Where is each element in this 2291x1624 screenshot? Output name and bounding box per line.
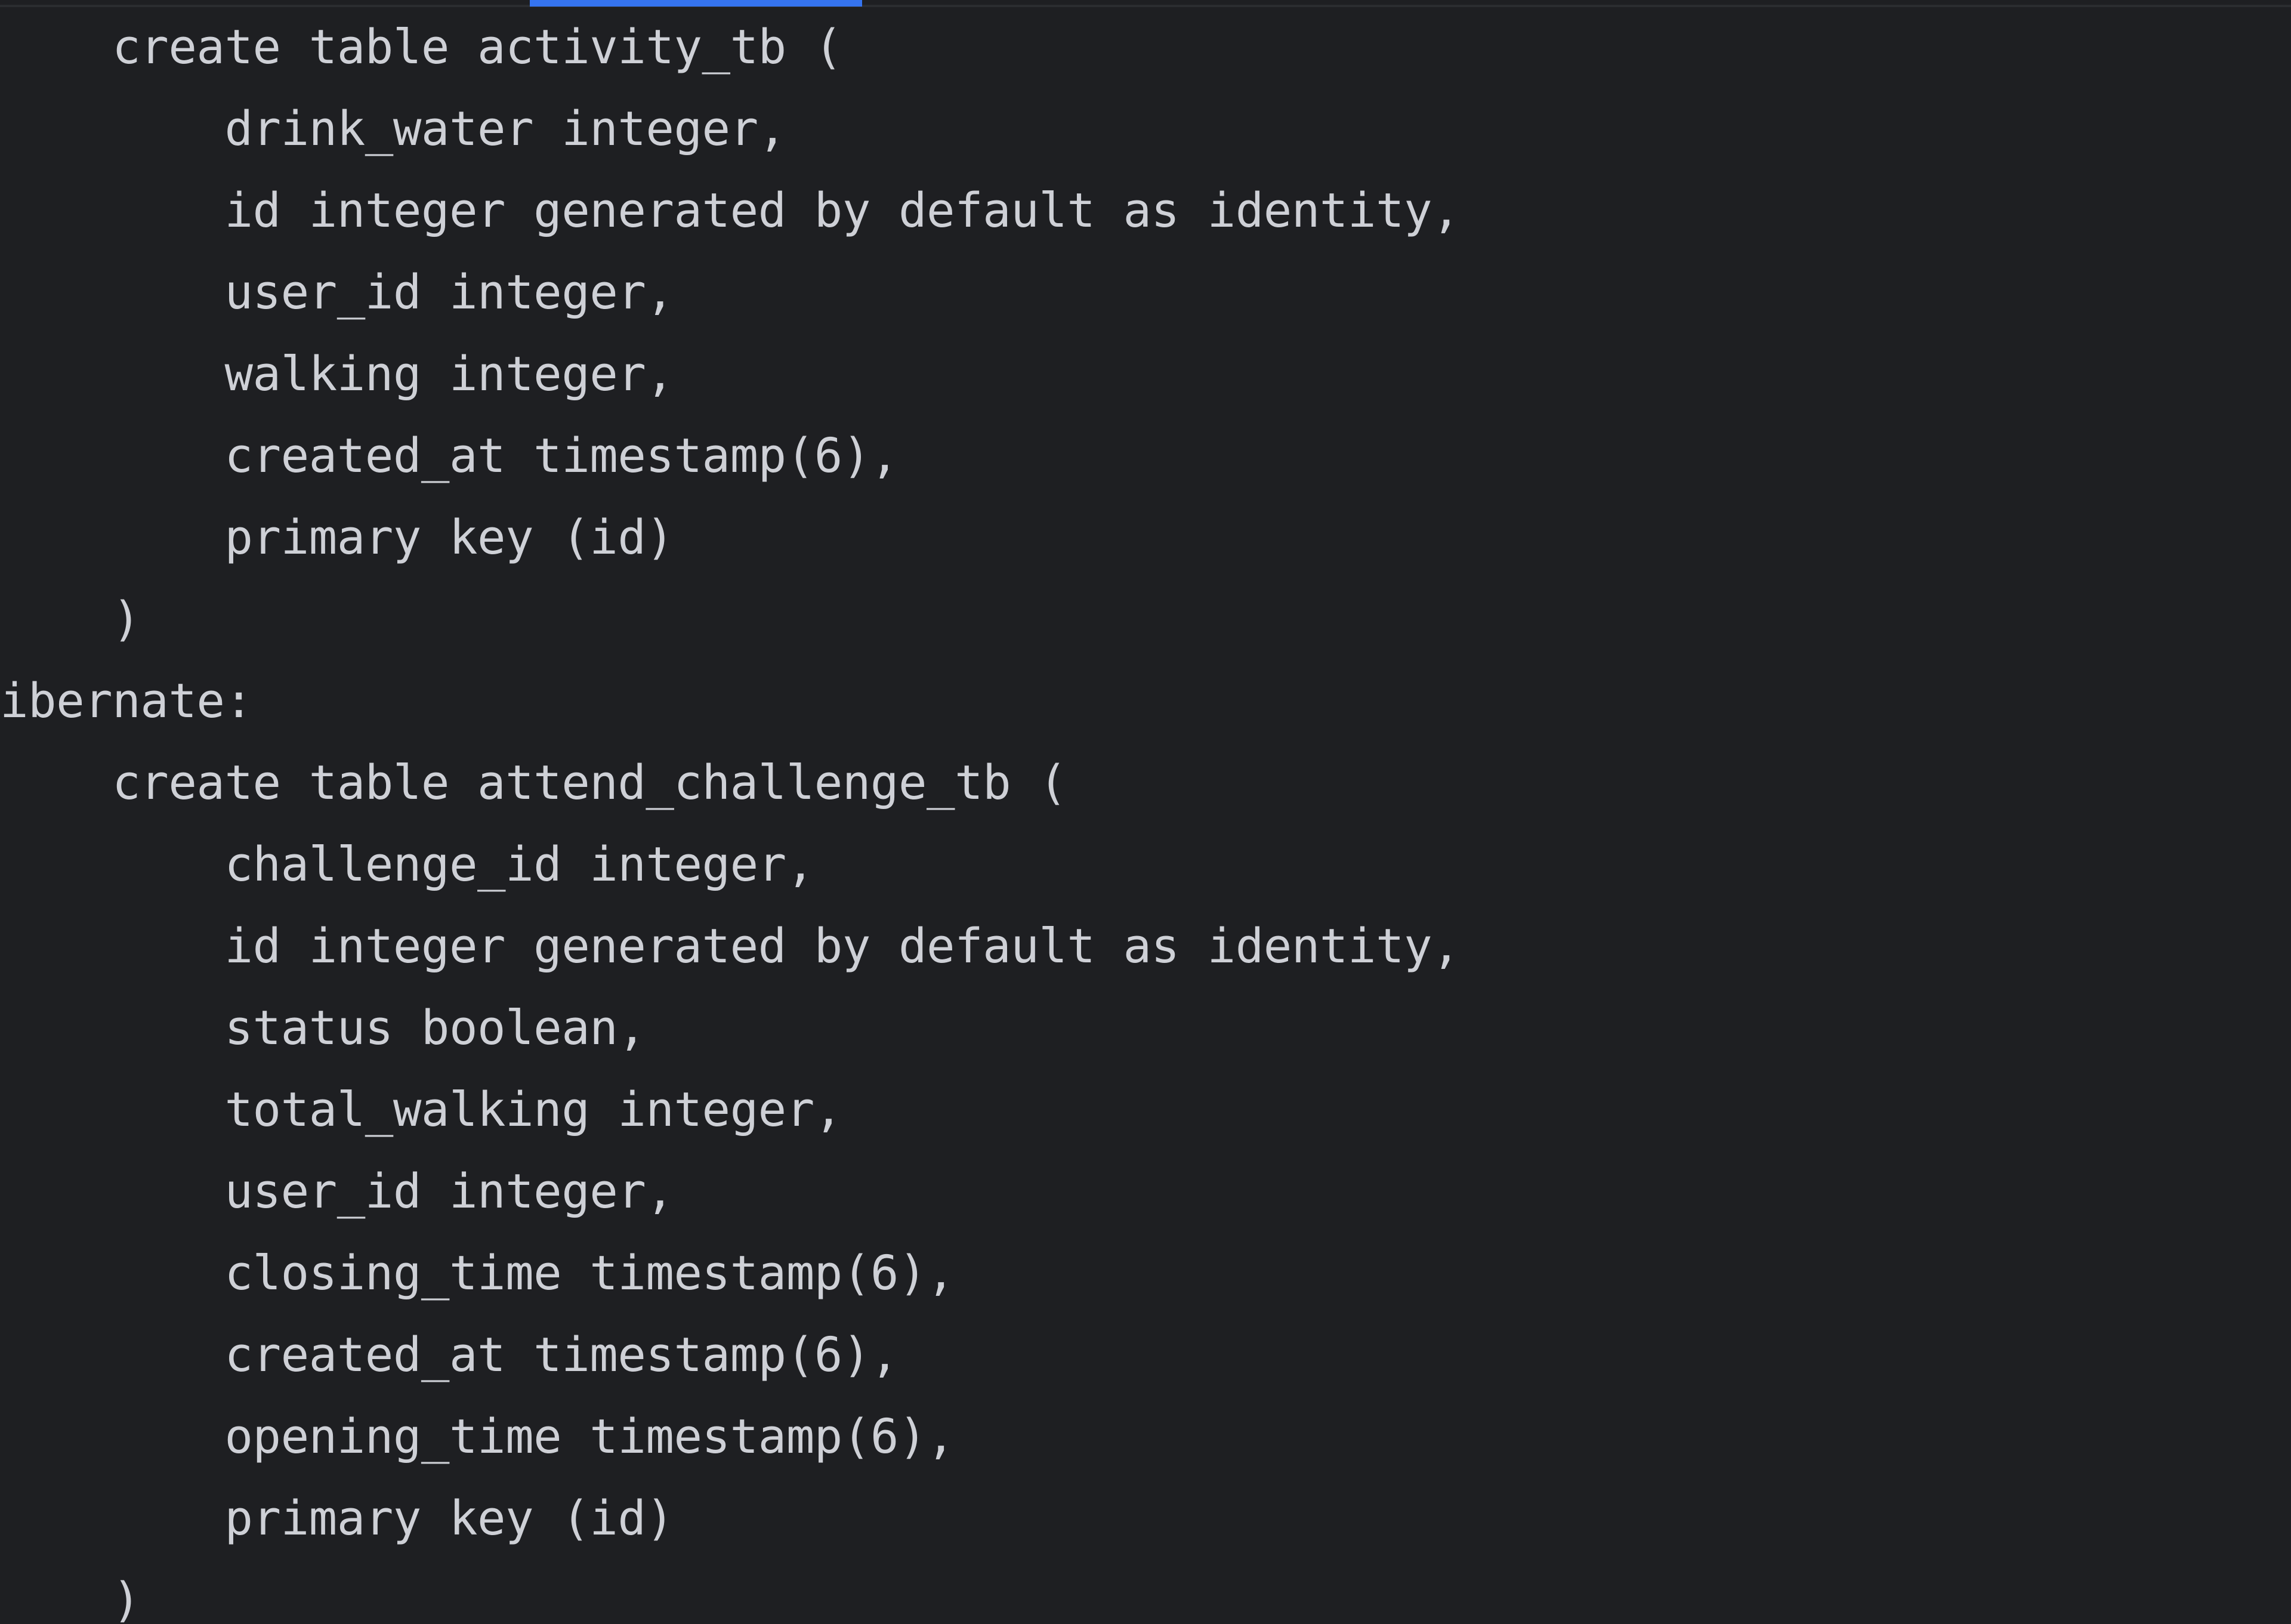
console-line: primary key (id) [0,510,674,565]
console-line: challenge_id integer, [0,837,814,892]
console-line: id integer generated by default as ident… [0,183,1461,238]
console-line: create table attend_challenge_tb ( [0,755,1067,810]
console-line: closing_time timestamp(6), [0,1246,955,1301]
tab-bar-strip [0,0,2291,7]
console-line: id integer generated by default as ident… [0,919,1461,974]
console-window: create table activity_tb ( drink_water i… [0,0,2291,1624]
console-line: created_at timestamp(6), [0,428,899,483]
console-line: ) [0,1573,141,1624]
console-output-panel[interactable]: create table activity_tb ( drink_water i… [0,7,2291,1624]
console-line: ibernate: [0,674,253,728]
console-line: ) [0,592,141,647]
console-line: user_id integer, [0,1164,674,1219]
console-line: drink_water integer, [0,101,786,156]
console-line: walking integer, [0,347,674,402]
console-text: create table activity_tb ( drink_water i… [0,7,1461,1624]
console-line: status boolean, [0,1001,646,1055]
console-line: primary key (id) [0,1491,674,1546]
console-line: created_at timestamp(6), [0,1327,899,1382]
console-line: total_walking integer, [0,1082,842,1137]
console-line: opening_time timestamp(6), [0,1409,955,1464]
console-line: create table activity_tb ( [0,20,842,75]
active-tab-indicator[interactable] [530,0,862,7]
console-line: user_id integer, [0,265,674,320]
